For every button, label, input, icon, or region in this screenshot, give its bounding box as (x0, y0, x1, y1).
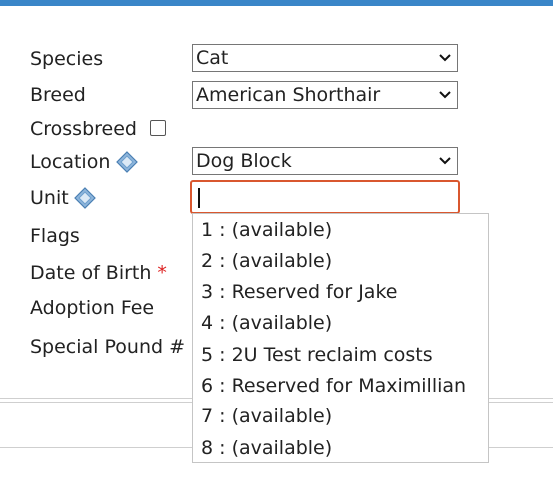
info-diamond-icon[interactable] (74, 187, 96, 209)
text-caret (198, 188, 200, 208)
menu-item-unit-3[interactable]: 3 : Reserved for Jake (201, 280, 397, 304)
species-value: Cat (196, 47, 229, 69)
unit-label: Unit (30, 187, 69, 209)
menu-item-unit-6[interactable]: 6 : Reserved for Maximillian (201, 374, 466, 398)
top-accent-bar (0, 0, 553, 6)
flags-label: Flags (30, 225, 80, 247)
required-mark: * (157, 262, 167, 284)
location-value: Dog Block (196, 150, 292, 172)
species-label: Species (30, 48, 104, 70)
breed-select[interactable]: American Shorthair (192, 81, 458, 109)
breed-value: American Shorthair (196, 84, 381, 106)
breed-label: Breed (30, 84, 86, 106)
species-select[interactable]: Cat (192, 44, 458, 72)
unit-autocomplete-menu: 1 : (available) 2 : (available) 3 : Rese… (192, 213, 489, 463)
crossbreed-label: Crossbreed (30, 118, 137, 140)
menu-item-unit-7[interactable]: 7 : (available) (201, 404, 332, 428)
menu-item-unit-5[interactable]: 5 : 2U Test reclaim costs (201, 343, 433, 367)
menu-item-unit-2[interactable]: 2 : (available) (201, 249, 332, 273)
date-of-birth-text: Date of Birth (30, 262, 152, 284)
unit-input[interactable] (190, 180, 460, 214)
menu-item-unit-1[interactable]: 1 : (available) (201, 218, 332, 242)
menu-item-unit-4[interactable]: 4 : (available) (201, 311, 332, 335)
chevron-down-icon (439, 157, 451, 165)
location-label: Location (30, 151, 111, 173)
special-pound-label: Special Pound # (30, 336, 186, 358)
chevron-down-icon (439, 54, 451, 62)
date-of-birth-label: Date of Birth * (30, 261, 167, 285)
menu-item-unit-8[interactable]: 8 : (available) (201, 436, 332, 460)
adoption-fee-label: Adoption Fee (30, 297, 155, 319)
location-select[interactable]: Dog Block (192, 147, 458, 175)
info-diamond-icon[interactable] (116, 151, 138, 173)
chevron-down-icon (439, 91, 451, 99)
crossbreed-checkbox[interactable] (150, 120, 166, 136)
